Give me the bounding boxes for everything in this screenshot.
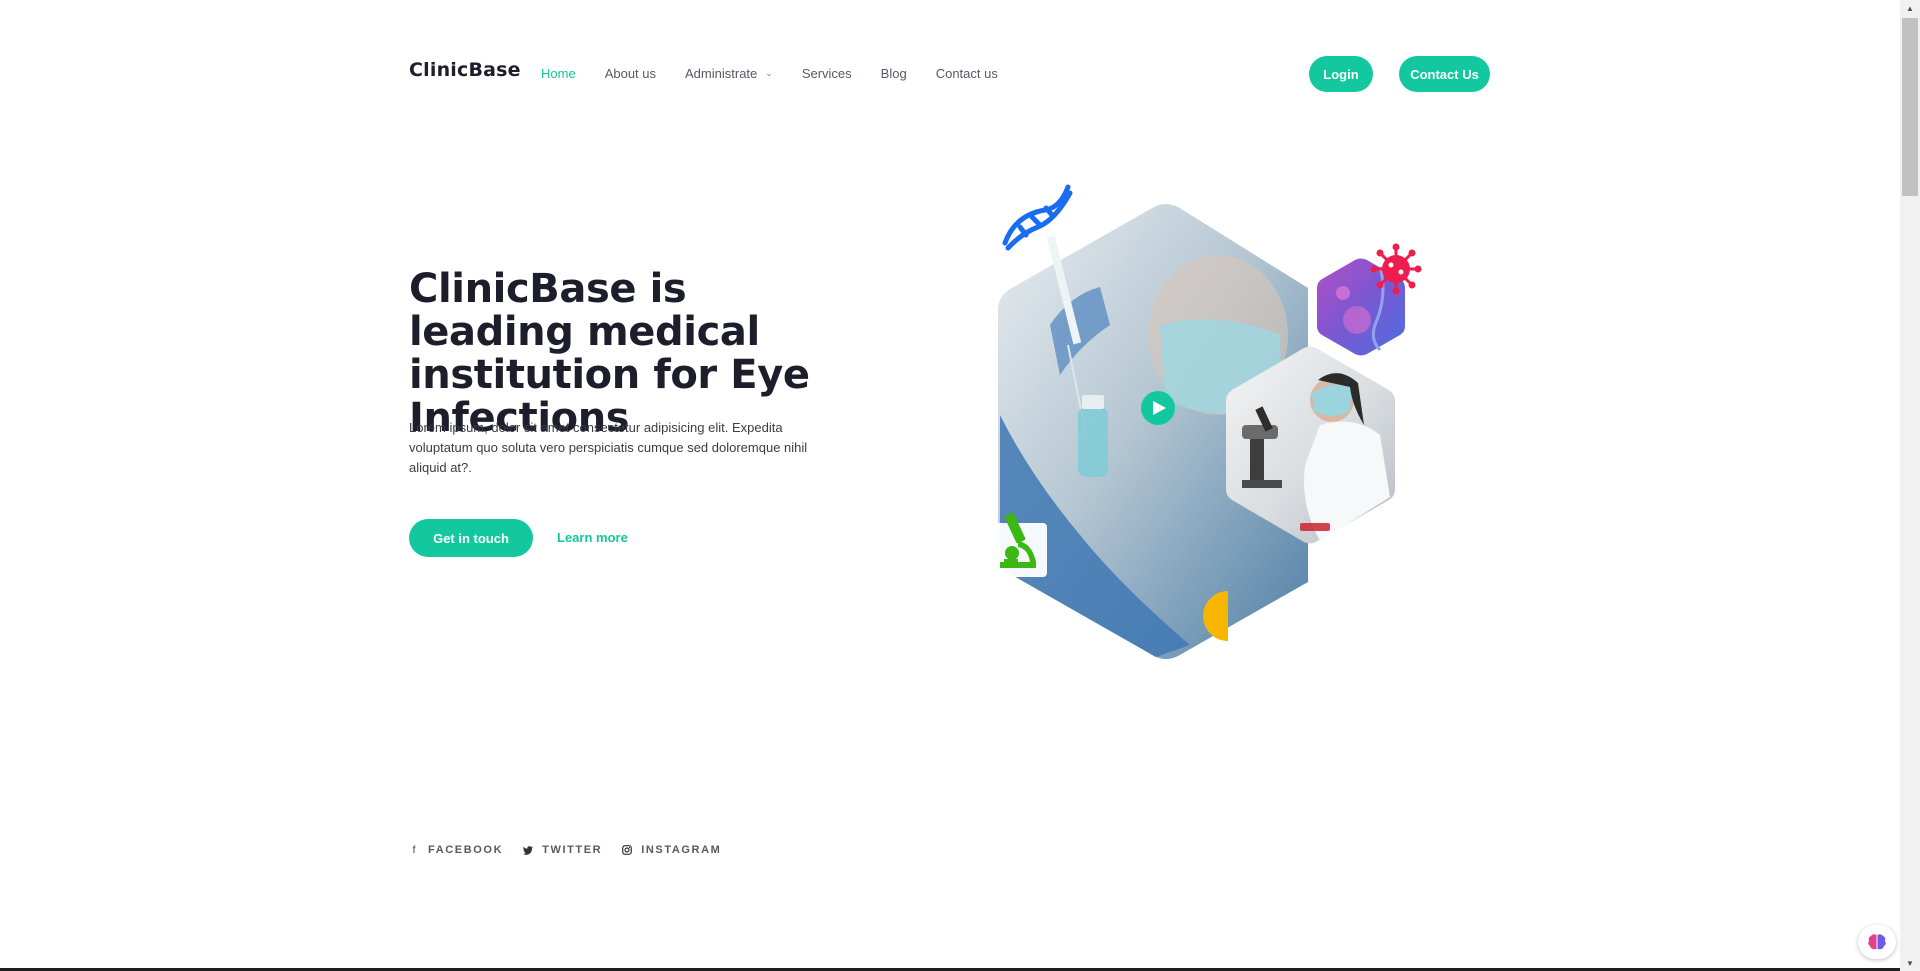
play-video-button[interactable]: [1141, 391, 1175, 425]
twitter-icon: [523, 845, 534, 855]
nav-item-label: Services: [801, 66, 852, 81]
social-label: TWITTER: [542, 844, 603, 856]
scroll-up-arrow-icon[interactable]: ▲: [1900, 0, 1920, 16]
learn-more-link[interactable]: Learn more: [557, 530, 628, 545]
nav-item-label: About us: [604, 66, 657, 81]
hero-illustration: [960, 175, 1500, 675]
scroll-down-arrow-icon[interactable]: ▼: [1900, 955, 1920, 971]
nav-item-label: Blog: [880, 66, 907, 81]
brain-icon: [1868, 934, 1886, 950]
facebook-icon: f: [412, 844, 416, 856]
social-label: INSTAGRAM: [641, 844, 722, 856]
social-link-twitter[interactable]: TWITTER: [523, 844, 602, 856]
brand-logo[interactable]: ClinicBase: [409, 59, 521, 81]
hero-description: Lorem ipsum, dolor sit amet consectetur …: [409, 420, 808, 475]
instagram-icon: [622, 845, 633, 855]
social-link-instagram[interactable]: INSTAGRAM: [622, 844, 721, 856]
social-label: FACEBOOK: [428, 844, 504, 856]
nav-item-contact-us[interactable]: Contact us: [936, 66, 998, 81]
get-in-touch-button[interactable]: Get in touch: [409, 519, 533, 557]
login-button[interactable]: Login: [1309, 56, 1373, 92]
virus-icon: [1370, 243, 1422, 295]
nav-item-services[interactable]: Services: [802, 66, 852, 81]
nav-item-administrate[interactable]: Administrate ⌄: [685, 66, 773, 81]
main-nav: Home About us Administrate ⌄ Services Blo…: [541, 66, 1027, 81]
nav-item-label: Administrate: [685, 66, 758, 81]
scrollbar-thumb[interactable]: [1902, 18, 1918, 196]
nav-item-label: Home: [541, 66, 576, 81]
dna-icon: [1002, 184, 1073, 251]
hero-title: ClinicBase is leading medical institutio…: [409, 266, 810, 441]
nav-item-label: Contact us: [935, 66, 998, 81]
chevron-down-icon: ⌄: [765, 68, 773, 78]
social-links: f FACEBOOK TWITTER INSTAGRAM: [409, 844, 741, 856]
nav-item-about-us[interactable]: About us: [605, 66, 656, 81]
brain-extension-widget[interactable]: [1858, 925, 1896, 959]
contact-us-button[interactable]: Contact Us: [1399, 56, 1490, 92]
nav-item-blog[interactable]: Blog: [881, 66, 907, 81]
nav-item-home[interactable]: Home: [541, 66, 576, 81]
social-link-facebook[interactable]: f FACEBOOK: [409, 844, 503, 856]
hero-illustration-svg: [989, 184, 1422, 659]
page-scrollbar[interactable]: ▲ ▼: [1900, 0, 1920, 971]
